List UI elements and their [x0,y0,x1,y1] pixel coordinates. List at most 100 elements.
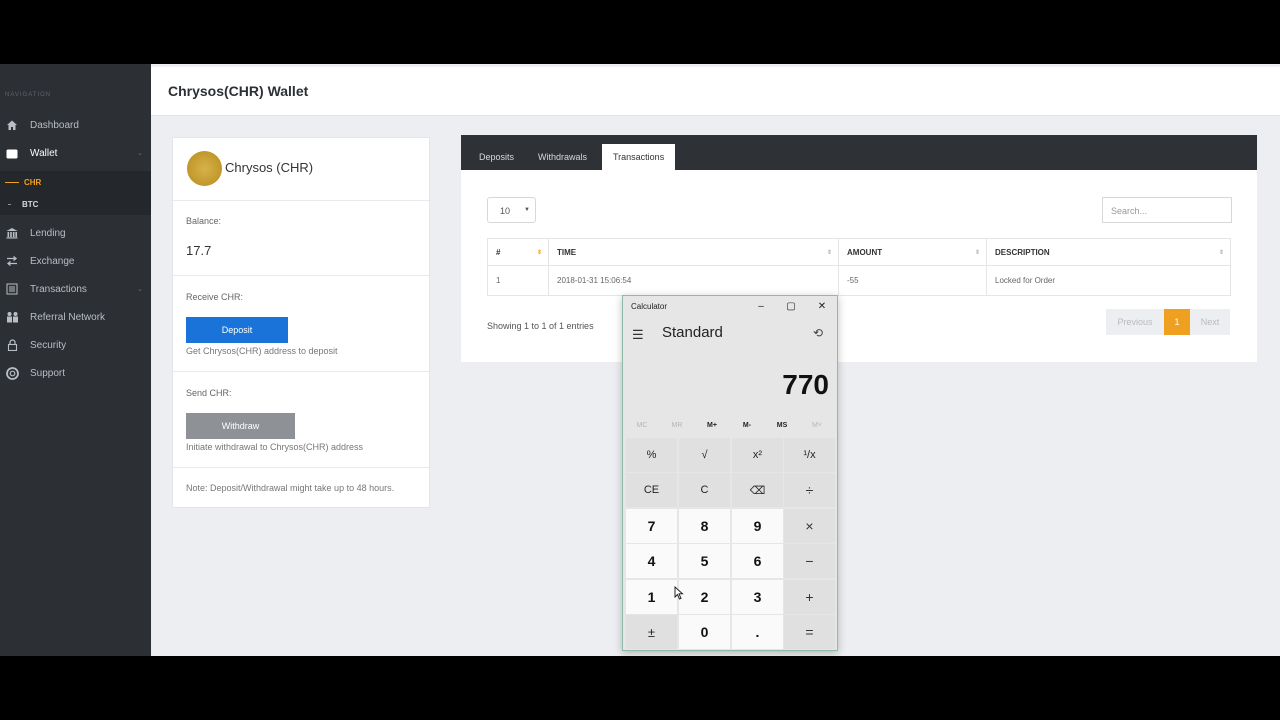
sort-icon: ⇕ [536,250,542,256]
digit-8-key[interactable]: 8 [679,509,730,543]
minimize-button[interactable]: – [751,299,771,313]
lock-icon [5,338,19,352]
search-input[interactable]: Search... [1102,197,1232,223]
sidebar-item-wallet[interactable]: Wallet ⌄ [0,139,151,167]
sqrt-key[interactable]: √ [679,438,730,472]
column-header-amount[interactable]: AMOUNT ⇕ [838,238,987,266]
deposit-hint: Get Chrysos(CHR) address to deposit [186,346,338,356]
divide-key[interactable]: ÷ [784,473,835,507]
sidebar-item-label: Transactions [30,283,87,295]
sidebar-item-label: Dashboard [30,119,79,131]
caret-down-icon: ▼ [524,207,530,213]
mouse-cursor-icon [674,586,684,600]
sort-icon: ⇕ [1218,250,1224,256]
calculator-mode: Standard [662,324,723,341]
decimal-key[interactable]: . [732,615,783,649]
maximize-button[interactable]: ▢ [781,299,801,313]
sidebar-subitem-btc[interactable]: BTC [0,193,151,215]
memory-clear-button[interactable]: MC [625,422,659,429]
sidebar-item-transactions[interactable]: Transactions ⌄ [0,275,151,303]
digit-4-key[interactable]: 4 [626,544,677,578]
sidebar-item-label: Security [30,339,67,351]
users-icon [5,310,19,324]
column-header-label: # [496,247,501,257]
clear-entry-key[interactable]: CE [626,473,677,507]
add-key[interactable]: + [784,580,835,614]
tab-transactions[interactable]: Transactions [602,144,676,170]
pagination-previous[interactable]: Previous [1106,309,1164,335]
bank-icon [5,226,19,240]
send-label: Send CHR: [186,388,232,398]
clear-key[interactable]: C [679,473,730,507]
equals-key[interactable]: = [784,615,835,649]
digit-9-key[interactable]: 9 [732,509,783,543]
history-icon[interactable]: ⟲ [813,326,823,340]
browser-page: NAVIGATION Dashboard Wallet ⌄ CHR BTC Le… [0,64,1280,656]
sort-icon: ⇕ [974,250,980,256]
page-title: Chrysos(CHR) Wallet [168,83,309,99]
digit-5-key[interactable]: 5 [679,544,730,578]
page-length-select[interactable]: 10 ▼ [487,197,536,223]
sidebar-item-support[interactable]: Support [0,359,151,387]
divider [173,371,429,372]
menu-icon[interactable]: ☰ [632,327,644,343]
transactions-panel: 10 ▼ Search... # ⇕ TIME ⇕ AMOUNT ⇕ DESCRIPT… [461,170,1257,362]
cell-description: Locked for Order [986,265,1231,296]
digit-1-key[interactable]: 1 [626,580,677,614]
divider [173,467,429,468]
sidebar-item-label: Lending [30,227,66,239]
memory-recall-button[interactable]: MR [660,422,694,429]
calculator-window: Calculator – ▢ ✕ ☰ Standard ⟲ 770 MC MR … [622,295,838,651]
coin-logo [187,151,222,186]
cell-amount: -55 [838,265,987,296]
sidebar-subitem-label: CHR [24,177,42,187]
transactions-table: # ⇕ TIME ⇕ AMOUNT ⇕ DESCRIPTION ⇕ 1 2018-01-… [487,238,1231,296]
table-header-row: # ⇕ TIME ⇕ AMOUNT ⇕ DESCRIPTION ⇕ [487,238,1231,266]
digit-2-key[interactable]: 2 [679,580,730,614]
subtract-key[interactable]: − [784,544,835,578]
sidebar-item-dashboard[interactable]: Dashboard [0,111,151,139]
memory-store-button[interactable]: MS [765,422,799,429]
percent-key[interactable]: % [626,438,677,472]
memory-subtract-button[interactable]: M- [730,422,764,429]
column-header-time[interactable]: TIME ⇕ [548,238,839,266]
square-key[interactable]: x² [732,438,783,472]
nav-caption: NAVIGATION [5,92,52,98]
memory-list-button[interactable]: M˅ [800,422,834,429]
digit-0-key[interactable]: 0 [679,615,730,649]
list-icon [5,282,19,296]
sidebar-subitem-chr[interactable]: CHR [0,171,151,193]
sidebar-item-referral-network[interactable]: Referral Network [0,303,151,331]
digit-7-key[interactable]: 7 [626,509,677,543]
memory-add-button[interactable]: M+ [695,422,729,429]
close-button[interactable]: ✕ [812,299,832,313]
page-header: Chrysos(CHR) Wallet [151,67,1280,116]
pagination-page[interactable]: 1 [1164,309,1190,335]
sidebar-item-label: Wallet [30,147,58,159]
sidebar-item-exchange[interactable]: Exchange [0,247,151,275]
sidebar-item-security[interactable]: Security [0,331,151,359]
tab-withdrawals[interactable]: Withdrawals [538,152,587,162]
column-header-num[interactable]: # ⇕ [487,238,549,266]
multiply-key[interactable]: × [784,509,835,543]
negate-key[interactable]: ± [626,615,677,649]
sidebar-item-lending[interactable]: Lending [0,219,151,247]
column-header-label: AMOUNT [847,247,883,257]
sidebar-item-label: Referral Network [30,311,106,323]
withdraw-button[interactable]: Withdraw [186,413,295,439]
pagination-next[interactable]: Next [1190,309,1230,335]
reciprocal-key[interactable]: ¹/x [784,438,835,472]
cell-time: 2018-01-31 15:06:54 [548,265,839,296]
balance-value: 17.7 [186,243,212,258]
sidebar: NAVIGATION Dashboard Wallet ⌄ CHR BTC Le… [0,64,151,656]
exchange-icon [5,254,19,268]
backspace-key[interactable]: ⌫ [732,473,783,507]
sidebar-item-label: Exchange [30,255,75,267]
lifebuoy-icon [5,366,19,380]
column-header-description[interactable]: DESCRIPTION ⇕ [986,238,1231,266]
bullet-marker [8,203,11,205]
digit-3-key[interactable]: 3 [732,580,783,614]
digit-6-key[interactable]: 6 [732,544,783,578]
tab-deposits[interactable]: Deposits [479,152,514,162]
deposit-button[interactable]: Deposit [186,317,288,343]
